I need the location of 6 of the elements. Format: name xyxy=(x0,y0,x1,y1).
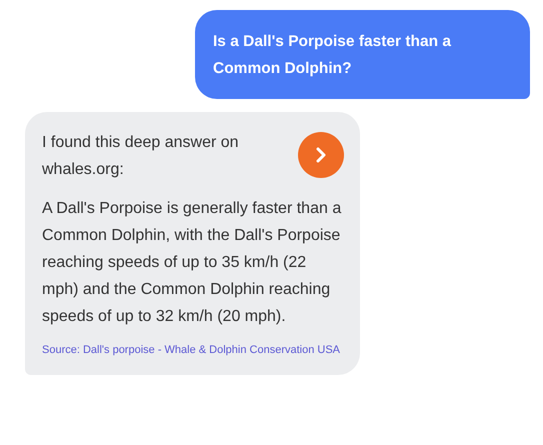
chevron-right-icon xyxy=(315,147,327,163)
source-link[interactable]: Source: Dall's porpoise - Whale & Dolphin Conservation USA xyxy=(42,342,343,359)
open-button[interactable] xyxy=(298,132,344,178)
answer-text: A Dall's Porpoise is generally faster than a Common Dolphin, with the Dall's Porpoise reaching speeds of up to 35 km/h (22 mph) and the Common Dolphin reaching speeds of up to 32 km/h (20 mph). xyxy=(42,199,342,327)
user-message: Is a Dall's Porpoise faster than a Common Dolphin? xyxy=(195,10,530,99)
intro-text: I found this deep answer on whales.org: xyxy=(42,133,240,180)
